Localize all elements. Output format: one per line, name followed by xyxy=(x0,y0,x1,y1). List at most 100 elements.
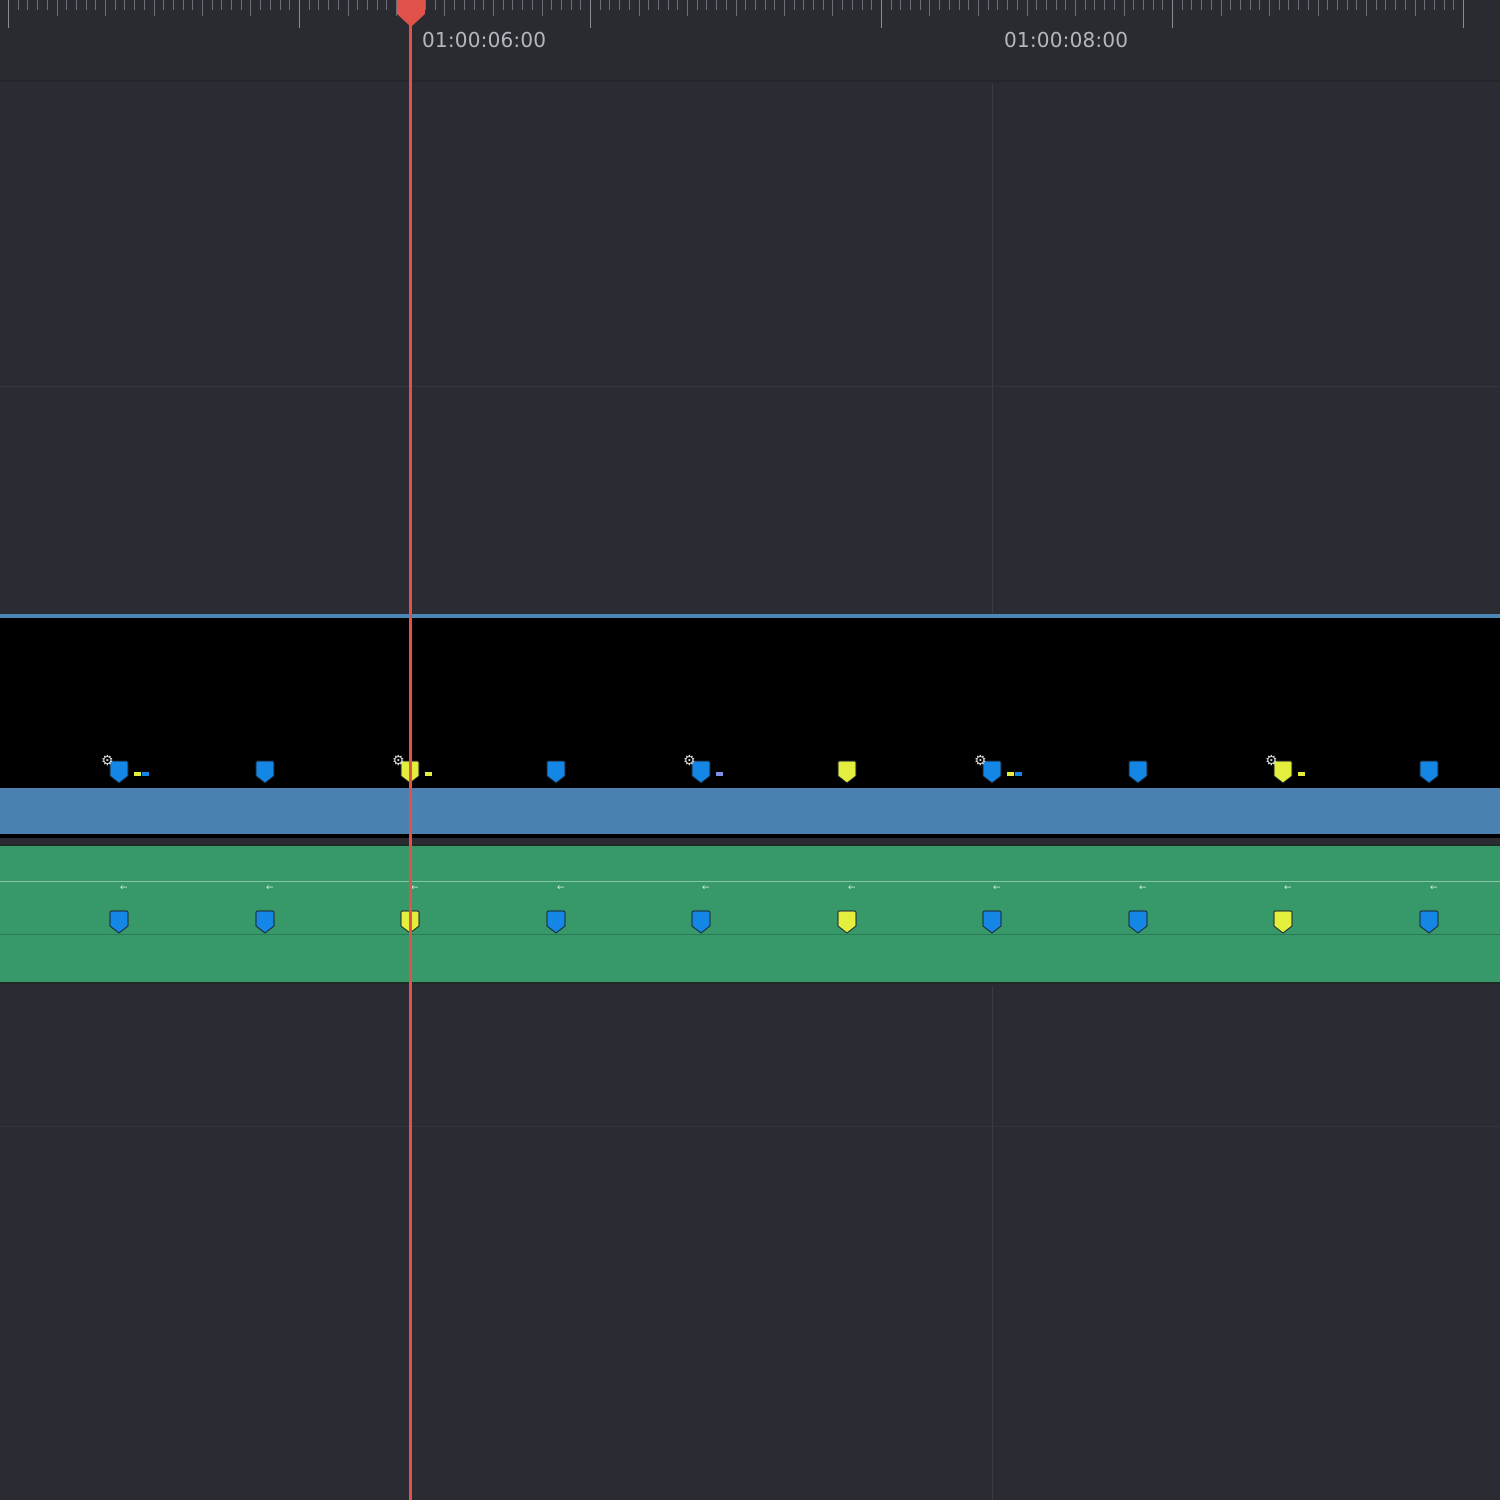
ruler-tick xyxy=(37,0,38,10)
ruler-tick xyxy=(871,0,872,10)
keyframe-gear-icon[interactable]: ⚙ xyxy=(101,754,114,768)
ruler-tick xyxy=(8,0,9,28)
ruler-tick xyxy=(1385,0,1386,10)
ruler-tick xyxy=(949,0,950,10)
keyframe-arrow-icon[interactable]: ← xyxy=(1139,884,1147,893)
flag-indicator xyxy=(134,772,141,776)
ruler-tick xyxy=(823,0,824,10)
ruler-tick xyxy=(163,0,164,10)
keyframe-arrow-icon[interactable]: ← xyxy=(557,884,565,893)
video-clip-top-edge xyxy=(0,614,1500,618)
ruler-tick xyxy=(842,0,843,10)
video-marker-blue[interactable] xyxy=(1419,760,1439,784)
ruler-tick xyxy=(66,0,67,10)
ruler-tick xyxy=(1240,0,1241,10)
ruler-tick xyxy=(1143,0,1144,10)
ruler-tick xyxy=(338,0,339,10)
ruler-tick xyxy=(231,0,232,10)
ruler-tick xyxy=(571,0,572,10)
ruler-tick xyxy=(687,0,688,16)
playhead-line[interactable] xyxy=(409,0,412,1500)
keyframe-arrow-icon[interactable]: ← xyxy=(266,884,274,893)
ruler-tick xyxy=(1182,0,1183,10)
audio-marker-blue[interactable] xyxy=(1419,910,1439,934)
keyframe-arrow-icon[interactable]: ← xyxy=(993,884,1001,893)
ruler-tick xyxy=(95,0,96,10)
keyframe-gear-icon[interactable]: ⚙ xyxy=(974,754,987,768)
ruler-tick xyxy=(357,0,358,10)
ruler-tick xyxy=(1027,0,1028,16)
ruler-tick xyxy=(1191,0,1192,10)
ruler-tick xyxy=(144,0,145,10)
ruler-tick xyxy=(648,0,649,10)
keyframe-gear-icon[interactable]: ⚙ xyxy=(1265,754,1278,768)
ruler-tick xyxy=(1085,0,1086,10)
ruler-tick xyxy=(1056,0,1057,10)
audio-marker-blue[interactable] xyxy=(691,910,711,934)
ruler-tick xyxy=(580,0,581,10)
ruler-tick xyxy=(668,0,669,10)
ruler-tick xyxy=(1395,0,1396,10)
ruler-tick xyxy=(716,0,717,10)
ruler-tick xyxy=(454,0,455,10)
keyframe-arrow-icon[interactable]: ← xyxy=(848,884,856,893)
ruler-tick xyxy=(493,0,494,16)
ruler-tick xyxy=(280,0,281,10)
keyframe-arrow-icon[interactable]: ← xyxy=(1430,884,1438,893)
ruler-tick xyxy=(76,0,77,10)
grid-line-lower xyxy=(992,986,993,1500)
audio-marker-yellow[interactable] xyxy=(1273,910,1293,934)
audio-marker-blue[interactable] xyxy=(546,910,566,934)
ruler-tick xyxy=(939,0,940,10)
video-clip[interactable]: ⚙ ⚙ ⚙ ⚙ ⚙ xyxy=(0,614,1500,838)
ruler-tick xyxy=(47,0,48,10)
audio-marker-blue[interactable] xyxy=(1128,910,1148,934)
ruler-tick xyxy=(542,0,543,16)
ruler-tick xyxy=(532,0,533,10)
keyframe-arrow-icon[interactable]: ← xyxy=(120,884,128,893)
ruler-tick xyxy=(1046,0,1047,10)
ruler-tick xyxy=(881,0,882,28)
ruler-tick xyxy=(1221,0,1222,16)
audio-marker-blue[interactable] xyxy=(255,910,275,934)
ruler-tick xyxy=(348,0,349,16)
audio-clip[interactable]: ← ← ← ← ← ← ← ← ← ← xyxy=(0,844,1500,984)
ruler-tick xyxy=(609,0,610,10)
ruler-tick xyxy=(386,0,387,10)
ruler-tick xyxy=(813,0,814,10)
ruler-tick xyxy=(959,0,960,10)
keyframe-gear-icon[interactable]: ⚙ xyxy=(683,754,696,768)
keyframe-gear-icon[interactable]: ⚙ xyxy=(392,754,405,768)
video-marker-blue[interactable] xyxy=(546,760,566,784)
ruler-tick xyxy=(1347,0,1348,10)
ruler-tick xyxy=(1318,0,1319,16)
ruler-tick xyxy=(1327,0,1328,10)
keyframe-arrow-icon[interactable]: ← xyxy=(411,884,419,893)
timecode-ruler[interactable]: 01:00:06:00 01:00:08:00 xyxy=(0,0,1500,80)
audio-marker-blue[interactable] xyxy=(109,910,129,934)
keyframe-arrow-icon[interactable]: ← xyxy=(1284,884,1292,893)
ruler-tick xyxy=(212,0,213,10)
ruler-tick xyxy=(27,0,28,10)
playhead-handle[interactable] xyxy=(395,0,427,28)
audio-marker-blue[interactable] xyxy=(982,910,1002,934)
ruler-tick xyxy=(1376,0,1377,10)
ruler-tick xyxy=(522,0,523,10)
ruler-tick xyxy=(309,0,310,10)
ruler-tick xyxy=(173,0,174,10)
ruler-tick xyxy=(57,0,58,16)
keyframe-arrow-icon[interactable]: ← xyxy=(702,884,710,893)
ruler-tick xyxy=(794,0,795,10)
audio-marker-yellow[interactable] xyxy=(837,910,857,934)
video-marker-blue[interactable] xyxy=(255,760,275,784)
audio-volume-line[interactable] xyxy=(0,881,1500,882)
ruler-tick xyxy=(1162,0,1163,10)
video-marker-yellow[interactable] xyxy=(837,760,857,784)
ruler-tick xyxy=(910,0,911,10)
ruler-tick xyxy=(367,0,368,10)
ruler-tick xyxy=(774,0,775,10)
video-clip-name-bar[interactable] xyxy=(0,788,1500,834)
video-marker-blue[interactable] xyxy=(1128,760,1148,784)
ruler-tick xyxy=(1337,0,1338,10)
ruler-tick xyxy=(639,0,640,16)
